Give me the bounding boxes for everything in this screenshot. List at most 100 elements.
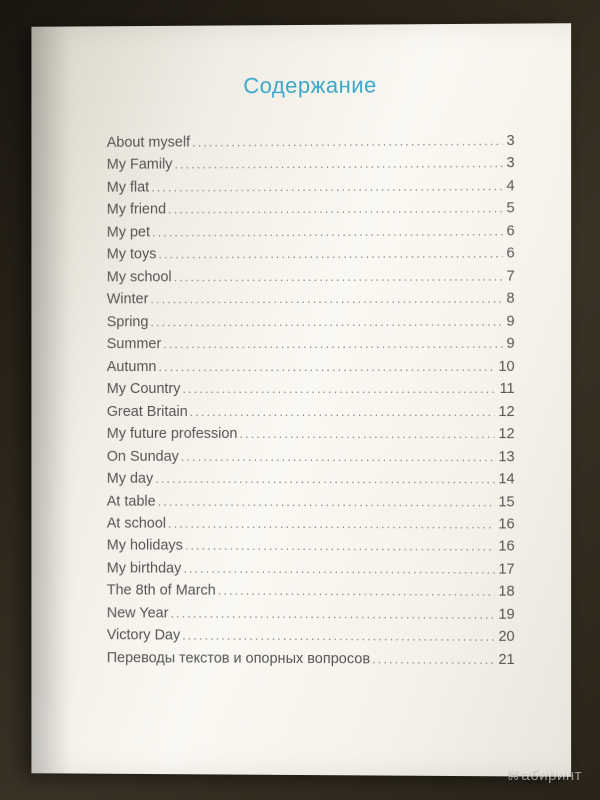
toc-entry-page: 6 [503,220,515,243]
toc-leader-dots [158,357,494,377]
toc-leader-dots [183,559,494,580]
toc-leader-dots [174,154,502,176]
toc-entry-page: 14 [494,468,514,491]
toc-entry-label: Summer [107,333,163,355]
toc-entry: My school 7 [107,265,515,288]
toc-entry: At table 15 [107,490,515,513]
toc-entry: My friend 5 [107,198,515,222]
toc-leader-dots [185,536,495,557]
toc-entry-page: 16 [494,513,514,536]
toc-entry-page: 20 [494,626,514,649]
toc-entry-label: At school [107,513,168,536]
toc-entry-page: 21 [494,649,514,672]
toc-entry: Spring 9 [107,310,515,333]
toc-leader-dots [218,581,495,602]
toc-entry: My day 14 [107,468,515,491]
toc-entry-label: My Family [107,154,175,177]
toc-entry-page: 10 [494,356,514,379]
toc-leader-dots [182,379,495,399]
toc-entry-label: My future profession [107,423,240,445]
toc-entry-label: My birthday [107,557,183,580]
maze-icon: ⌘ [507,768,521,784]
toc-entry-label: My friend [107,199,168,222]
toc-leader-dots [150,289,502,310]
toc-entry-label: At table [107,490,158,512]
toc-entry: New Year 19 [107,602,515,626]
toc-entry: My toys 6 [107,243,515,267]
toc-entry-label: The 8th of March [107,580,218,603]
toc-entry-page: 3 [503,130,515,153]
toc-entry-page: 9 [503,333,515,356]
watermark-text: абиринт [521,767,582,784]
toc-entry-page: 12 [494,423,514,446]
toc-entry: At school 16 [107,513,515,536]
toc-leader-dots [174,266,503,287]
toc-entry-label: My pet [107,221,152,244]
toc-entry: The 8th of March 18 [107,580,515,604]
toc-entry-page: 18 [494,581,514,604]
toc-entry: Winter 8 [107,288,515,311]
toc-entry-page: 8 [503,288,515,311]
toc-entry-page: 11 [495,378,514,401]
toc-entry: Summer 9 [107,333,515,356]
toc-entry: On Sunday 13 [107,445,515,468]
toc-entry-page: 16 [494,536,514,559]
toc-entry: About myself 3 [107,130,515,154]
toc-entry-label: About myself [107,132,192,155]
toc-leader-dots [168,199,502,220]
toc-entry: Autumn 10 [107,356,515,379]
toc-leader-dots [168,514,494,535]
toc-entry-page: 4 [503,175,515,198]
toc-entry: My Country 11 [107,378,515,401]
toc-entry: My pet 6 [107,220,515,244]
toc-entry: Переводы текстов и опорных вопросов 21 [107,647,515,671]
toc-entry: My Family 3 [107,153,515,177]
toc-leader-dots [170,603,494,624]
toc-title: Содержание [99,72,523,100]
toc-leader-dots [239,424,494,444]
toc-entry-label: My flat [107,177,151,200]
toc-entry-label: My holidays [107,535,185,558]
toc-entry: My future profession 12 [107,423,515,446]
toc-leader-dots [163,334,502,354]
toc-entry-page: 6 [503,243,515,266]
toc-leader-dots [158,491,495,512]
toc-leader-dots [152,221,503,242]
toc-leader-dots [190,402,495,422]
toc-entry-label: My day [107,468,155,490]
book-page: Содержание About myself3My Family3My fla… [31,23,571,777]
toc-entry: My birthday 17 [107,557,515,581]
toc-entry-page: 9 [503,310,515,333]
toc-entry-page: 12 [494,401,514,424]
toc-leader-dots [181,446,495,466]
toc-entry-label: On Sunday [107,445,181,467]
watermark: ⌘абиринт [507,767,582,784]
toc-entry: My holidays 16 [107,535,515,559]
table-of-contents: About myself3My Family3My flat4My friend… [99,130,523,671]
toc-entry-label: Autumn [107,356,159,378]
toc-entry-label: New Year [107,602,171,625]
toc-leader-dots [151,176,502,197]
toc-entry-page: 19 [494,604,514,627]
toc-entry-label: Переводы текстов и опорных вопросов [107,647,372,671]
toc-leader-dots [150,311,502,332]
toc-leader-dots [155,469,494,490]
toc-entry-page: 7 [503,265,515,288]
toc-entry: My flat 4 [107,175,515,199]
toc-entry-page: 15 [494,491,514,514]
toc-leader-dots [372,649,494,670]
toc-entry-label: My toys [107,244,159,267]
toc-entry-page: 3 [503,153,515,176]
toc-leader-dots [182,626,494,647]
toc-entry-label: My school [107,266,174,289]
toc-entry-label: Spring [107,311,151,333]
toc-entry: Great Britain 12 [107,401,515,424]
toc-leader-dots [158,244,502,265]
toc-leader-dots [192,131,502,153]
toc-entry-page: 13 [494,446,514,469]
toc-entry-page: 17 [494,558,514,581]
toc-entry-label: Great Britain [107,401,190,423]
toc-entry-label: Winter [107,289,151,311]
toc-entry-label: My Country [107,378,183,400]
toc-entry-page: 5 [503,198,515,221]
